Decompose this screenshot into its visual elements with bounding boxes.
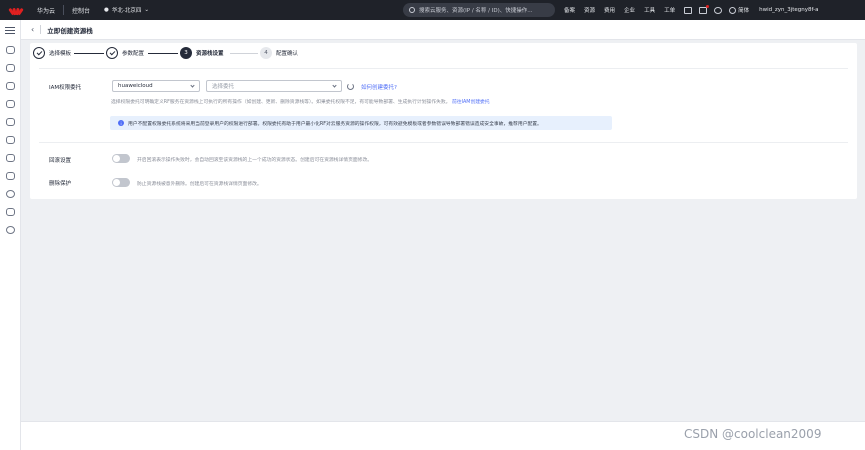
iam-agency-label: IAM权限委托 xyxy=(49,85,82,91)
compass-icon[interactable] xyxy=(6,190,15,198)
language-label: 简体 xyxy=(738,8,750,14)
step-stack-settings[interactable]: 3 资源栈设置 xyxy=(180,47,224,59)
check-icon xyxy=(106,47,118,59)
settings-icon[interactable] xyxy=(6,226,15,234)
iam-notice: i 用户不配置权限委托系统将采用当前登录用户的权限进行部署。权限委托有助于用户最… xyxy=(110,116,612,130)
huawei-logo[interactable] xyxy=(8,6,24,15)
cloud-icon[interactable] xyxy=(6,46,15,54)
cloud-service-icon[interactable] xyxy=(6,154,15,162)
alert-icon[interactable] xyxy=(6,208,15,216)
terminal-icon[interactable] xyxy=(684,6,693,14)
step-number: 4 xyxy=(260,47,272,59)
global-search[interactable]: 搜索云服务、资源(IP / 名称 / ID)、快捷操作... xyxy=(403,3,555,17)
refresh-icon[interactable] xyxy=(347,83,354,90)
storage-icon[interactable] xyxy=(6,136,15,144)
topbar-divider xyxy=(63,5,65,15)
nav-tickets[interactable]: 工单 xyxy=(664,6,675,14)
nav-enterprise[interactable]: 企业 xyxy=(624,6,635,14)
nav-beian[interactable]: 备案 xyxy=(564,6,575,14)
nav-tools[interactable]: 工具 xyxy=(644,6,655,14)
info-icon: i xyxy=(118,120,124,126)
top-nav: 备案 资源 费用 企业 工具 工单 简体 hwid_zyn_3jtegny8f-… xyxy=(564,0,819,20)
monitor-icon[interactable] xyxy=(6,100,15,108)
chevron-down-icon: ⌄ xyxy=(144,7,149,13)
step-parameters[interactable]: 参数配置 xyxy=(106,47,144,59)
search-placeholder: 搜索云服务、资源(IP / 名称 / ID)、快捷操作... xyxy=(419,8,533,14)
help-icon[interactable] xyxy=(714,6,723,14)
globe-icon xyxy=(729,6,737,14)
provider-value: huaweicloud xyxy=(118,83,153,89)
step-select-template[interactable]: 选择模板 xyxy=(33,47,71,59)
step-label: 参数配置 xyxy=(122,51,145,57)
step-label: 配置确认 xyxy=(276,51,299,57)
step-confirm[interactable]: 4 配置确认 xyxy=(260,47,298,59)
deletion-protection-description: 防止资源栈被意外删除。创建后可在资源栈详情页面修改。 xyxy=(137,182,262,187)
iam-description-text: 选择权限委托可明确定义RF服务在资源栈上可执行的所有操作（如创建、更新、删除资源… xyxy=(111,100,451,105)
step-connector xyxy=(230,53,258,54)
watermark-text: CSDN @coolclean2009 xyxy=(684,427,822,441)
stack-settings-card: 选择模板 参数配置 3 资源栈设置 4 配置确认 IAM权限委托 huaweic… xyxy=(30,43,857,199)
brand-name[interactable]: 华为云 xyxy=(37,6,55,15)
network-icon[interactable] xyxy=(6,82,15,90)
rollback-label: 回滚设置 xyxy=(49,158,72,164)
wizard-steps: 选择模板 参数配置 3 资源栈设置 4 配置确认 xyxy=(30,47,430,65)
left-service-rail xyxy=(0,20,21,450)
rollback-description: 开启回滚表示操作失败时，会自动回滚至该资源栈的上一个成功的资源状态。创建后可在资… xyxy=(137,158,373,163)
section-divider xyxy=(39,142,848,143)
page-header: ‹ 立即创建资源栈 xyxy=(21,20,865,40)
menu-icon[interactable] xyxy=(5,27,15,35)
top-bar: 华为云 控制台 ● 华北-北京四 ⌄ 搜索云服务、资源(IP / 名称 / ID… xyxy=(0,0,865,20)
step-connector xyxy=(74,53,104,54)
cloud-server-icon[interactable] xyxy=(6,64,15,72)
deletion-protection-toggle[interactable] xyxy=(112,178,130,187)
huawei-logo-icon xyxy=(8,6,24,15)
check-icon xyxy=(33,47,45,59)
step-label: 资源栈设置 xyxy=(196,51,224,57)
notification-dot xyxy=(706,4,710,8)
nav-billing[interactable]: 费用 xyxy=(604,6,615,14)
console-link[interactable]: 控制台 xyxy=(72,6,90,15)
go-iam-create-link[interactable]: 前往IAM创建委托 xyxy=(452,100,490,105)
notice-text: 用户不配置权限委托系统将采用当前登录用户的权限进行部署。权限委托有助于用户最小化… xyxy=(128,121,542,127)
header-divider xyxy=(40,25,42,34)
language-selector[interactable]: 简体 xyxy=(729,6,749,14)
region-label: 华北-北京四 xyxy=(111,8,142,14)
agency-placeholder: 选择委托 xyxy=(212,84,235,90)
chevron-down-icon xyxy=(332,83,337,88)
rollback-toggle[interactable] xyxy=(112,154,130,163)
how-to-create-agency-link[interactable]: 如何创建委托? xyxy=(361,83,397,91)
deletion-protection-label: 删除保护 xyxy=(49,181,72,187)
region-selector[interactable]: ● 华北-北京四 ⌄ xyxy=(104,6,149,14)
chevron-down-icon xyxy=(190,83,195,88)
section-divider xyxy=(39,68,848,69)
location-icon: ● xyxy=(104,7,109,13)
back-arrow-icon[interactable]: ‹ xyxy=(31,25,34,34)
user-account[interactable]: hwid_zyn_3jtegny8f-a xyxy=(759,7,818,13)
page-title: 立即创建资源栈 xyxy=(47,26,93,35)
database-icon[interactable] xyxy=(6,118,15,126)
step-connector xyxy=(148,53,178,54)
provider-select[interactable]: huaweicloud xyxy=(112,80,200,92)
step-number: 3 xyxy=(180,47,192,59)
nav-resources[interactable]: 资源 xyxy=(584,6,595,14)
search-icon xyxy=(409,7,415,13)
bell-icon[interactable] xyxy=(699,4,710,14)
anchor-icon[interactable] xyxy=(6,172,15,180)
agency-select[interactable]: 选择委托 xyxy=(206,80,342,92)
iam-description: 选择权限委托可明确定义RF服务在资源栈上可执行的所有操作（如创建、更新、删除资源… xyxy=(111,98,490,105)
step-label: 选择模板 xyxy=(49,51,72,57)
